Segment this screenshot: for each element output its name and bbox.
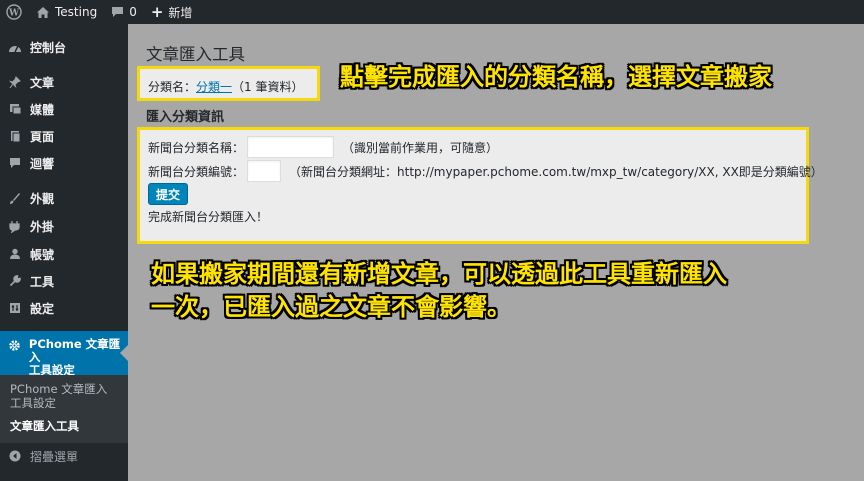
form-row-id: 新聞台分類編號： （新聞台分類網址：http://mypaper.pchome.… — [148, 160, 823, 182]
category-highlight-box: 分類名：分類一（1 筆資料） — [137, 66, 320, 101]
annotation-bottom-line1: 如果搬家期間還有新增文章，可以透過此工具重新匯入 — [151, 260, 727, 288]
category-id-input[interactable] — [247, 160, 282, 182]
brush-icon — [0, 192, 30, 205]
sidebar-item-pages[interactable]: 頁面 — [0, 124, 128, 148]
annotation-bottom-line2: 一次，已匯入過之文章不會影響。 — [151, 293, 511, 321]
admin-bar: W Testing 0 + 新增 — [0, 0, 864, 24]
field-hint-id: （新聞台分類網址：http://mypaper.pchome.com.tw/mx… — [289, 164, 823, 179]
sidebar-item-media[interactable]: 媒體 — [0, 97, 128, 121]
sidebar-item-settings[interactable]: 設定 — [0, 296, 128, 320]
submenu: PChome 文章匯入 工具設定 文章匯入工具 — [0, 375, 128, 443]
submenu-item-import-tool[interactable]: 文章匯入工具 — [10, 419, 79, 433]
new-content-label: 新增 — [168, 5, 193, 20]
active-menu-line1: PChome 文章匯入 — [28, 337, 121, 364]
new-content-button[interactable]: + 新增 — [144, 0, 200, 24]
sidebar-item-tools[interactable]: 工具 — [0, 269, 128, 293]
comments-count: 0 — [129, 5, 137, 19]
collapse-icon — [0, 450, 30, 462]
sidebar-item-label: 設定 — [30, 301, 55, 316]
sidebar-item-label: 迴響 — [30, 156, 55, 171]
gear-icon — [0, 338, 29, 352]
sidebar-item-label: 帳號 — [30, 247, 55, 262]
category-link[interactable]: 分類一 — [196, 80, 232, 94]
comments-button[interactable]: 0 — [104, 0, 144, 24]
category-count: （1 筆資料） — [232, 80, 304, 94]
sidebar-item-label: 頁面 — [30, 129, 55, 144]
sidebar-item-plugins[interactable]: 外掛 — [0, 214, 128, 238]
sidebar-item-comments[interactable]: 迴響 — [0, 151, 128, 175]
user-icon — [0, 248, 30, 260]
wrench-icon — [0, 275, 30, 287]
section-title: 匯入分類資訊 — [146, 110, 225, 125]
wordpress-logo-button[interactable]: W — [0, 0, 29, 24]
form-row-name: 新聞台分類名稱： （識別當前作業用，可隨意） — [148, 136, 498, 158]
dashboard-icon — [0, 41, 30, 53]
comment-bubble-icon — [111, 6, 124, 18]
status-message: 完成新聞台分類匯入！ — [148, 210, 269, 224]
page-icon — [0, 130, 30, 143]
submenu-line1: PChome 文章匯入 — [10, 382, 108, 396]
wordpress-icon: W — [6, 4, 22, 20]
category-name-input[interactable] — [247, 136, 335, 158]
field-label-id: 新聞台分類編號： — [148, 164, 245, 179]
category-label: 分類名： — [148, 80, 197, 94]
category-line: 分類名：分類一（1 筆資料） — [148, 78, 303, 95]
sidebar-item-dashboard[interactable]: 控制台 — [0, 35, 128, 59]
sidebar-item-label: 工具 — [30, 274, 55, 289]
field-hint-name: （識別當前作業用，可隨意） — [342, 140, 499, 155]
plus-icon: + — [150, 3, 164, 21]
admin-sidebar: 控制台 文章 媒體 頁面 迴響 外觀 外掛 帳號 工具 設定 PChome 文章… — [0, 24, 128, 481]
import-form-box: 新聞台分類名稱： （識別當前作業用，可隨意） 新聞台分類編號： （新聞台分類網址… — [137, 127, 823, 244]
sidebar-item-label: 媒體 — [30, 102, 55, 117]
submenu-current-label: 文章匯入工具 — [10, 419, 79, 433]
site-name: Testing — [55, 5, 98, 19]
sidebar-item-users[interactable]: 帳號 — [0, 242, 128, 266]
site-name-button[interactable]: Testing — [29, 0, 104, 24]
home-icon — [36, 6, 50, 19]
sidebar-item-label: 控制台 — [30, 40, 67, 55]
sidebar-item-posts[interactable]: 文章 — [0, 70, 128, 94]
sidebar-item-pchome-import[interactable]: PChome 文章匯入 工具設定 — [0, 331, 128, 377]
collapse-menu-label: 摺疊選單 — [30, 449, 79, 464]
sidebar-item-appearance[interactable]: 外觀 — [0, 186, 128, 210]
annotation-top: 點擊完成匯入的分類名稱，選擇文章搬家 — [340, 63, 772, 91]
page-title: 文章匯入工具 — [146, 45, 245, 64]
sidebar-item-label: 外掛 — [30, 219, 55, 234]
pin-icon — [0, 75, 30, 89]
collapse-menu-button[interactable]: 摺疊選單 — [0, 444, 128, 468]
field-label-name: 新聞台分類名稱： — [148, 140, 245, 155]
submenu-line2: 工具設定 — [10, 396, 56, 410]
main-content: 文章匯入工具 分類名：分類一（1 筆資料） 匯入分類資訊 新聞台分類名稱： （識… — [128, 24, 864, 481]
plugin-icon — [0, 220, 30, 233]
comment-icon — [0, 157, 30, 169]
submenu-item-settings[interactable]: PChome 文章匯入 工具設定 — [10, 382, 107, 410]
submit-button[interactable]: 提交 — [148, 183, 188, 205]
sidebar-item-label: 外觀 — [30, 191, 55, 206]
svg-text:W: W — [8, 9, 20, 19]
sidebar-item-label: 文章 — [30, 75, 55, 90]
settings-icon — [0, 302, 30, 314]
media-icon — [0, 103, 30, 115]
